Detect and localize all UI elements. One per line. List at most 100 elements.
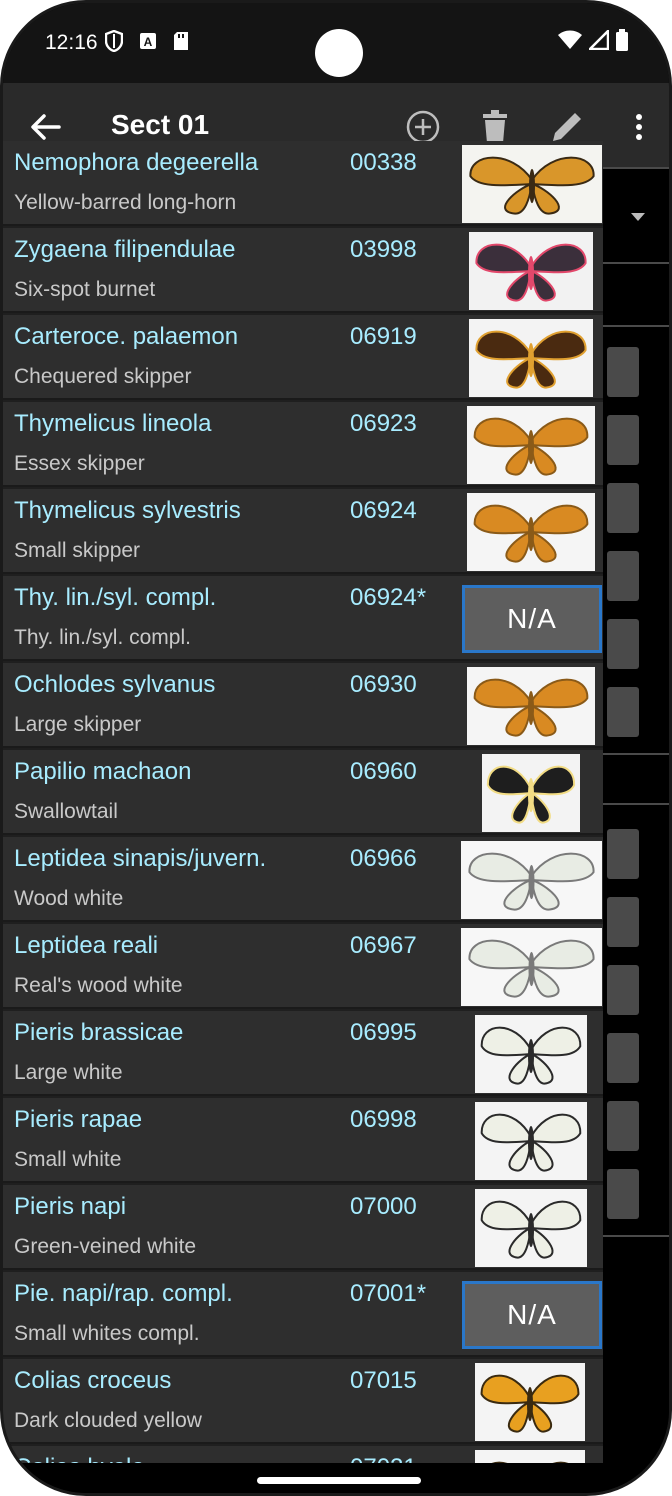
shield-icon: [105, 30, 123, 52]
species-code: 07001*: [350, 1280, 427, 1307]
species-code: 06930: [350, 671, 417, 698]
species-row[interactable]: Colias croceus 07015 Dark clouded yellow: [3, 1359, 603, 1444]
species-row[interactable]: Zygaena filipendulae 03998 Six-spot burnet: [3, 228, 603, 313]
scientific-name: Carteroce. palaemon: [14, 323, 239, 350]
species-row[interactable]: Papilio machaon 06960 Swallowtail: [3, 750, 603, 835]
scientific-name: Nemophora degeerella: [14, 149, 259, 176]
species-row[interactable]: Nemophora degeerella 00338 Yellow-barred l…: [3, 141, 603, 226]
common-name: Large white: [14, 1061, 123, 1084]
butterfly-thumbnail: [467, 667, 595, 745]
scientific-name: Colias hyale: [14, 1454, 145, 1463]
species-row[interactable]: Pie. napi/rap. compl. 07001* Small whites …: [3, 1272, 603, 1357]
butterfly-thumbnail: [461, 841, 602, 919]
svg-text:A: A: [144, 35, 153, 49]
signal-icon: [589, 30, 609, 50]
front-camera: [315, 29, 363, 77]
battery-icon: [616, 29, 628, 51]
scientific-name: Pie. napi/rap. compl.: [14, 1280, 233, 1307]
species-row[interactable]: Pieris napi 07000 Green-veined white: [3, 1185, 603, 1270]
common-name: Small white: [14, 1148, 122, 1171]
species-code: 06967: [350, 932, 417, 959]
butterfly-thumbnail: [475, 1102, 587, 1180]
species-code: 00338: [350, 149, 417, 176]
add-circle-icon: [406, 110, 440, 144]
common-name: Green-veined white: [14, 1235, 197, 1258]
more-menu-button[interactable]: [617, 105, 661, 149]
species-row[interactable]: Leptidea reali 06967 Real's wood white: [3, 924, 603, 1009]
butterfly-thumbnail: [469, 232, 593, 310]
species-code: 06923: [350, 410, 417, 437]
scientific-name: Thy. lin./syl. compl.: [14, 584, 217, 611]
butterfly-thumbnail: [469, 319, 593, 397]
scientific-name: Ochlodes sylvanus: [14, 671, 216, 698]
species-code: 06966: [350, 845, 417, 872]
butterfly-thumbnail: [475, 1189, 587, 1267]
butterfly-thumbnail: [482, 754, 580, 832]
common-name: Thy. lin./syl. compl.: [14, 626, 191, 649]
scientific-name: Leptidea sinapis/juvern.: [14, 845, 267, 872]
species-code: 06924: [350, 497, 417, 524]
font-a-icon: A: [140, 33, 156, 49]
common-name: Essex skipper: [14, 452, 145, 475]
species-code: 06960: [350, 758, 417, 785]
scientific-name: Pieris napi: [14, 1193, 127, 1220]
butterfly-thumbnail: [461, 928, 602, 1006]
species-code: 07000: [350, 1193, 417, 1220]
butterfly-thumbnail: [462, 145, 602, 223]
scientific-name: Pieris brassicae: [14, 1019, 184, 1046]
common-name: Swallowtail: [14, 800, 118, 823]
status-bar: 12:16 A: [3, 3, 669, 83]
common-name: Large skipper: [14, 713, 142, 736]
scientific-name: Thymelicus lineola: [14, 410, 212, 437]
common-name: Real's wood white: [14, 974, 183, 997]
trash-icon: [483, 110, 507, 143]
common-name: Wood white: [14, 887, 124, 910]
home-gesture-pill[interactable]: [257, 1477, 421, 1484]
species-row[interactable]: Carteroce. palaemon 06919 Chequered skippe…: [3, 315, 603, 400]
butterfly-thumbnail: [467, 493, 595, 571]
species-row[interactable]: Colias hyale 07021: [3, 1446, 603, 1463]
butterfly-thumbnail: [475, 1450, 585, 1463]
species-dropdown-list[interactable]: Nemophora degeerella 00338 Yellow-barred l…: [3, 141, 603, 1463]
no-image-placeholder: N/A: [462, 585, 602, 653]
species-row[interactable]: Ochlodes sylvanus 06930 Large skipper: [3, 663, 603, 748]
common-name: Small skipper: [14, 539, 141, 562]
common-name: Six-spot burnet: [14, 278, 156, 301]
species-code: 03998: [350, 236, 417, 263]
butterfly-thumbnail: [467, 406, 595, 484]
status-time: 12:16: [45, 31, 98, 54]
background-content: [601, 167, 669, 1463]
scientific-name: Pieris rapae: [14, 1106, 143, 1133]
species-code: 06998: [350, 1106, 417, 1133]
no-image-placeholder: N/A: [462, 1281, 602, 1349]
species-row[interactable]: Pieris brassicae 06995 Large white: [3, 1011, 603, 1096]
more-vert-icon: [636, 114, 642, 140]
scientific-name: Colias croceus: [14, 1367, 172, 1394]
species-code: 06995: [350, 1019, 417, 1046]
scientific-name: Leptidea reali: [14, 932, 159, 959]
species-row[interactable]: Pieris rapae 06998 Small white: [3, 1098, 603, 1183]
species-row[interactable]: Thymelicus sylvestris 06924 Small skipper: [3, 489, 603, 574]
species-code: 06919: [350, 323, 417, 350]
species-row[interactable]: Thy. lin./syl. compl. 06924* Thy. lin./syl…: [3, 576, 603, 661]
species-row[interactable]: Thymelicus lineola 06923 Essex skipper: [3, 402, 603, 487]
scientific-name: Zygaena filipendulae: [14, 236, 236, 263]
scientific-name: Thymelicus sylvestris: [14, 497, 241, 524]
page-title: Sect 01: [111, 109, 210, 140]
common-name: Chequered skipper: [14, 365, 192, 388]
butterfly-thumbnail: [475, 1363, 585, 1441]
pencil-icon: [553, 113, 581, 141]
scientific-name: Papilio machaon: [14, 758, 192, 785]
wifi-icon: [558, 30, 582, 49]
species-row[interactable]: Leptidea sinapis/juvern. 06966 Wood white: [3, 837, 603, 922]
species-code: 07015: [350, 1367, 417, 1394]
common-name: Small whites compl.: [14, 1322, 200, 1345]
butterfly-thumbnail: [475, 1015, 587, 1093]
sd-card-icon: [174, 32, 188, 50]
dropdown-arrow-icon: [631, 213, 645, 221]
phone-frame: 12:16 A Sect 01 Nemophora degeerella 003…: [0, 0, 672, 1496]
common-name: Dark clouded yellow: [14, 1409, 202, 1432]
species-code: 06924*: [350, 584, 427, 611]
species-code: 07021: [350, 1454, 417, 1463]
common-name: Yellow-barred long-horn: [14, 191, 237, 214]
